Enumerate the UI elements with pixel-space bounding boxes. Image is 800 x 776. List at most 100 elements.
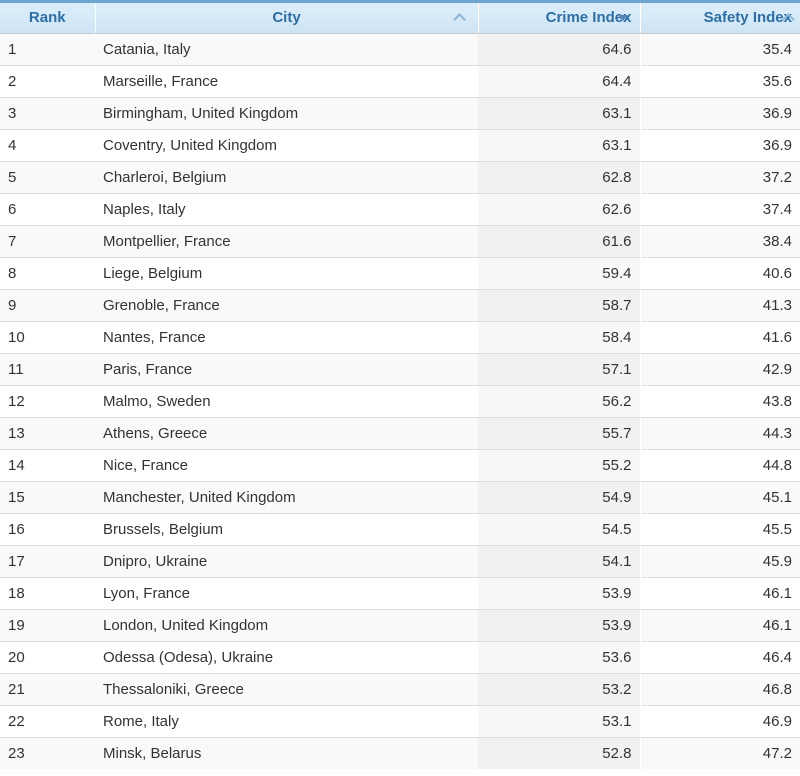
table-row: 22Rome, Italy53.146.9 <box>0 706 800 738</box>
rank-cell: 23 <box>0 738 95 770</box>
crime-index-cell: 52.8 <box>478 738 640 770</box>
table-row: 20Odessa (Odesa), Ukraine53.646.4 <box>0 642 800 674</box>
crime-index-cell: 58.4 <box>478 322 640 354</box>
crime-index-cell: 56.2 <box>478 386 640 418</box>
city-cell: London, United Kingdom <box>95 610 478 642</box>
crime-index-cell: 63.1 <box>478 130 640 162</box>
crime-index-cell: 55.2 <box>478 450 640 482</box>
rank-cell: 9 <box>0 290 95 322</box>
safety-index-cell: 41.6 <box>640 322 800 354</box>
safety-index-cell: 37.2 <box>640 162 800 194</box>
safety-index-cell: 46.4 <box>640 642 800 674</box>
safety-index-cell: 42.9 <box>640 354 800 386</box>
rank-cell: 20 <box>0 642 95 674</box>
crime-index-cell: 53.9 <box>478 578 640 610</box>
crime-index-table: Rank City Crime Index Safety Index 1Cata… <box>0 0 800 769</box>
table-row: 1Catania, Italy64.635.4 <box>0 34 800 66</box>
table-body: 1Catania, Italy64.635.42Marseille, Franc… <box>0 34 800 770</box>
city-cell: Brussels, Belgium <box>95 514 478 546</box>
crime-index-cell: 63.1 <box>478 98 640 130</box>
column-header-city[interactable]: City <box>95 2 478 34</box>
safety-index-cell: 45.1 <box>640 482 800 514</box>
city-cell: Lyon, France <box>95 578 478 610</box>
crime-index-cell: 61.6 <box>478 226 640 258</box>
table-row: 2Marseille, France64.435.6 <box>0 66 800 98</box>
city-cell: Naples, Italy <box>95 194 478 226</box>
table-row: 9Grenoble, France58.741.3 <box>0 290 800 322</box>
safety-index-cell: 47.2 <box>640 738 800 770</box>
rank-cell: 16 <box>0 514 95 546</box>
crime-index-cell: 53.1 <box>478 706 640 738</box>
safety-index-cell: 46.8 <box>640 674 800 706</box>
table-header: Rank City Crime Index Safety Index <box>0 2 800 34</box>
table-row: 12Malmo, Sweden56.243.8 <box>0 386 800 418</box>
column-header-crime-index[interactable]: Crime Index <box>478 2 640 34</box>
city-cell: Thessaloniki, Greece <box>95 674 478 706</box>
safety-index-cell: 46.9 <box>640 706 800 738</box>
city-cell: Nantes, France <box>95 322 478 354</box>
table-row: 8Liege, Belgium59.440.6 <box>0 258 800 290</box>
rank-cell: 17 <box>0 546 95 578</box>
city-cell: Nice, France <box>95 450 478 482</box>
rank-cell: 6 <box>0 194 95 226</box>
table-row: 6Naples, Italy62.637.4 <box>0 194 800 226</box>
table-row: 17Dnipro, Ukraine54.145.9 <box>0 546 800 578</box>
city-cell: Minsk, Belarus <box>95 738 478 770</box>
safety-index-cell: 43.8 <box>640 386 800 418</box>
table-header-row: Rank City Crime Index Safety Index <box>0 2 800 34</box>
rank-cell: 7 <box>0 226 95 258</box>
rank-cell: 19 <box>0 610 95 642</box>
safety-index-cell: 37.4 <box>640 194 800 226</box>
crime-index-cell: 53.6 <box>478 642 640 674</box>
crime-index-cell: 62.6 <box>478 194 640 226</box>
city-cell: Charleroi, Belgium <box>95 162 478 194</box>
column-header-safety-index-label: Safety Index <box>704 9 792 26</box>
table-row: 23Minsk, Belarus52.847.2 <box>0 738 800 770</box>
column-header-city-label: City <box>272 9 300 26</box>
rank-cell: 12 <box>0 386 95 418</box>
crime-index-cell: 58.7 <box>478 290 640 322</box>
crime-index-cell: 59.4 <box>478 258 640 290</box>
crime-index-cell: 53.9 <box>478 610 640 642</box>
rank-cell: 21 <box>0 674 95 706</box>
city-cell: Montpellier, France <box>95 226 478 258</box>
table-row: 4Coventry, United Kingdom63.136.9 <box>0 130 800 162</box>
rank-cell: 14 <box>0 450 95 482</box>
crime-index-cell: 57.1 <box>478 354 640 386</box>
crime-index-table-container: Rank City Crime Index Safety Index 1Cata… <box>0 0 800 769</box>
rank-cell: 13 <box>0 418 95 450</box>
city-cell: Birmingham, United Kingdom <box>95 98 478 130</box>
crime-index-cell: 64.6 <box>478 34 640 66</box>
table-row: 11Paris, France57.142.9 <box>0 354 800 386</box>
city-cell: Coventry, United Kingdom <box>95 130 478 162</box>
table-row: 14Nice, France55.244.8 <box>0 450 800 482</box>
rank-cell: 10 <box>0 322 95 354</box>
safety-index-cell: 45.9 <box>640 546 800 578</box>
crime-index-cell: 54.5 <box>478 514 640 546</box>
sort-desc-icon <box>618 15 628 21</box>
safety-index-cell: 36.9 <box>640 98 800 130</box>
city-cell: Dnipro, Ukraine <box>95 546 478 578</box>
rank-cell: 5 <box>0 162 95 194</box>
city-cell: Liege, Belgium <box>95 258 478 290</box>
rank-cell: 15 <box>0 482 95 514</box>
column-header-rank-label: Rank <box>29 9 66 26</box>
safety-index-cell: 38.4 <box>640 226 800 258</box>
rank-cell: 18 <box>0 578 95 610</box>
column-header-rank[interactable]: Rank <box>0 2 95 34</box>
crime-index-cell: 55.7 <box>478 418 640 450</box>
table-row: 13Athens, Greece55.744.3 <box>0 418 800 450</box>
table-row: 10Nantes, France58.441.6 <box>0 322 800 354</box>
safety-index-cell: 46.1 <box>640 610 800 642</box>
rank-cell: 22 <box>0 706 95 738</box>
safety-index-cell: 35.6 <box>640 66 800 98</box>
safety-index-cell: 40.6 <box>640 258 800 290</box>
column-header-safety-index[interactable]: Safety Index <box>640 2 800 34</box>
rank-cell: 8 <box>0 258 95 290</box>
city-cell: Manchester, United Kingdom <box>95 482 478 514</box>
table-row: 7Montpellier, France61.638.4 <box>0 226 800 258</box>
table-row: 18Lyon, France53.946.1 <box>0 578 800 610</box>
crime-index-cell: 62.8 <box>478 162 640 194</box>
safety-index-cell: 41.3 <box>640 290 800 322</box>
rank-cell: 3 <box>0 98 95 130</box>
